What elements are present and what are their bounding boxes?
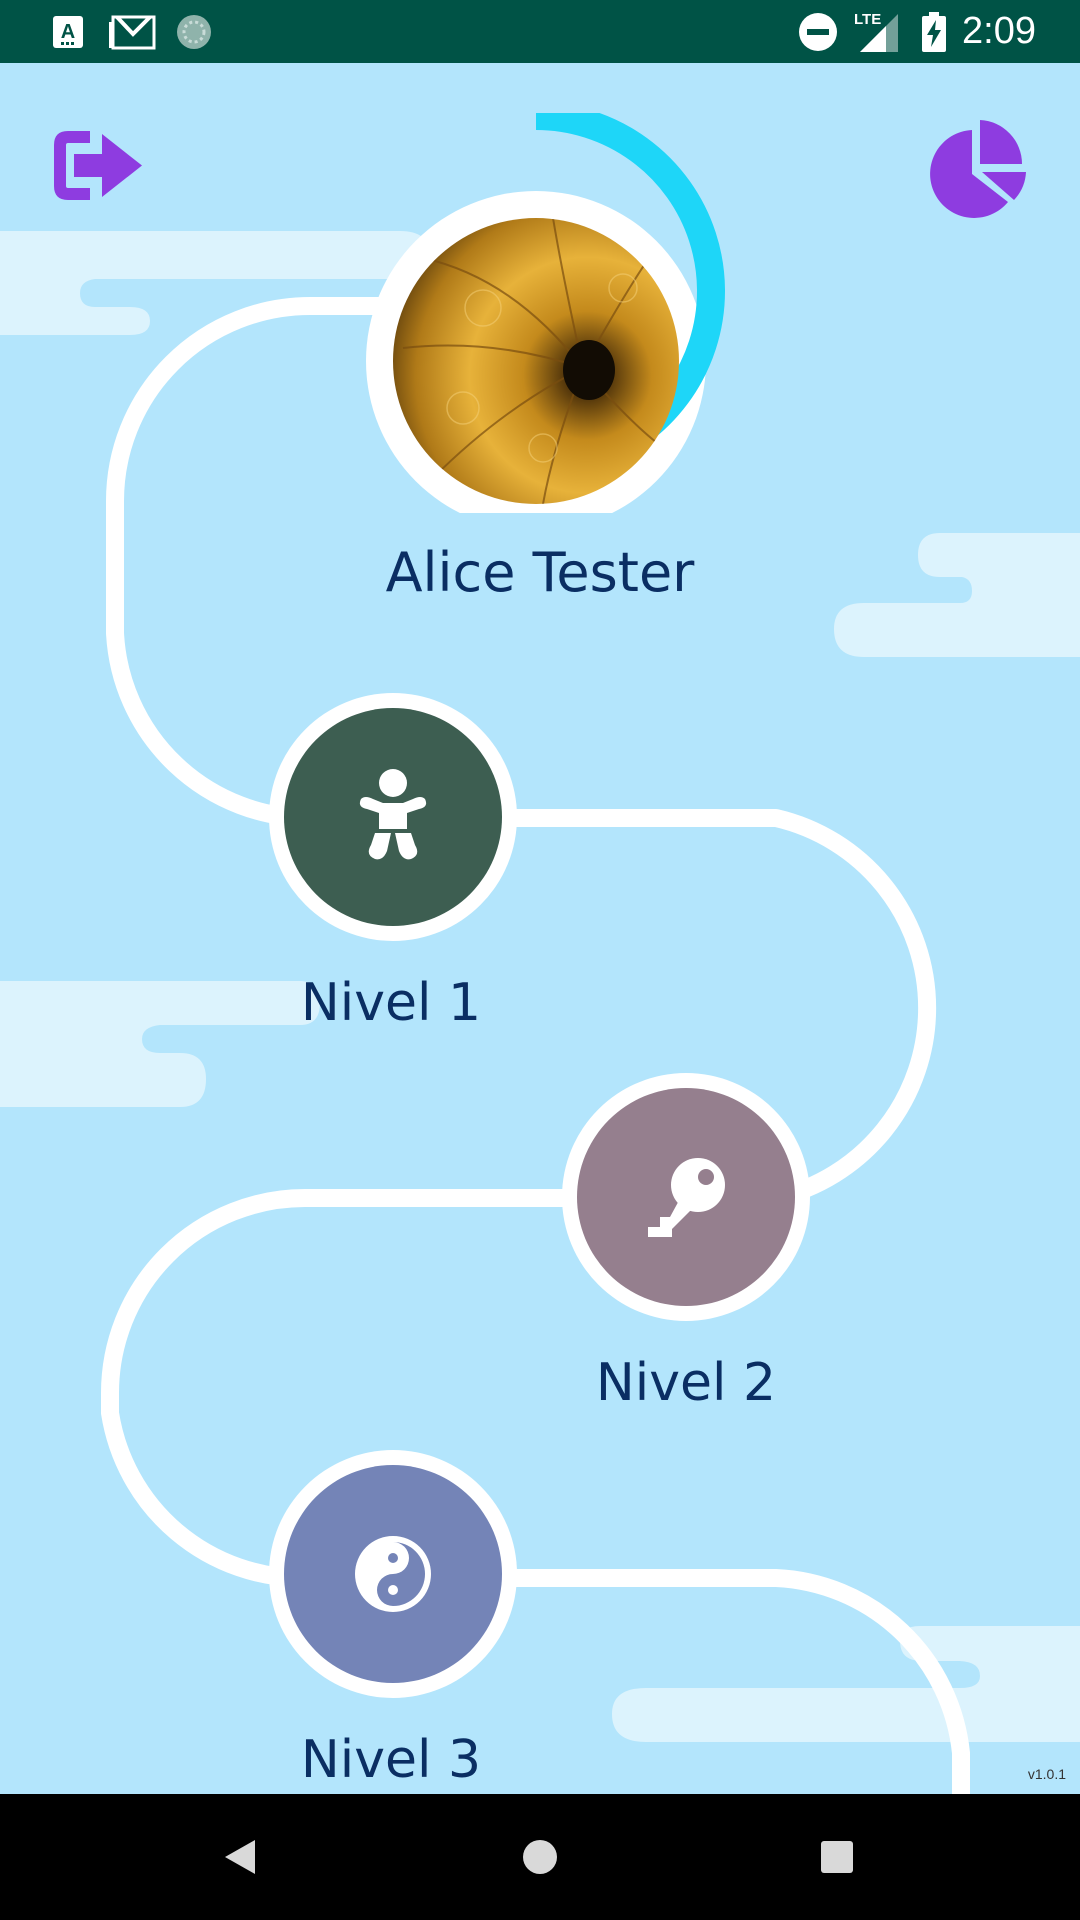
pie-chart-icon: [930, 120, 1026, 218]
screen: A LTE 2:09 Alice Tester Nivel 1 Nivel 2 …: [0, 0, 1080, 1920]
level-3-badge: [284, 1465, 502, 1683]
gmail-icon: [108, 0, 156, 63]
level-1-badge: [284, 708, 502, 926]
baby-icon: [359, 769, 427, 860]
stats-button[interactable]: [928, 118, 1028, 222]
logout-icon: [54, 131, 142, 200]
a-notification-icon: A: [52, 0, 84, 63]
svg-text:A: A: [61, 21, 75, 43]
logout-button[interactable]: [50, 128, 146, 207]
key-icon: [648, 1158, 725, 1237]
status-time: 2:09: [962, 10, 1036, 52]
do-not-disturb-icon: [798, 0, 838, 63]
level-2-label: Nivel 2: [595, 1353, 777, 1413]
back-icon: [225, 1840, 255, 1874]
signal-icon: LTE: [852, 0, 902, 63]
level-map[interactable]: Alice Tester Nivel 1 Nivel 2 Nivel 3 v1.…: [0, 63, 1080, 1794]
version-label: v1.0.1: [1027, 1766, 1066, 1782]
yin-yang-icon: [355, 1536, 431, 1612]
network-type-label: LTE: [854, 11, 881, 28]
profile-avatar[interactable]: [353, 113, 733, 513]
recents-icon: [821, 1841, 853, 1873]
sync-icon: [175, 0, 213, 63]
recents-button[interactable]: [797, 1794, 877, 1920]
level-1-label: Nivel 1: [300, 973, 482, 1033]
level-3-button[interactable]: [269, 1450, 517, 1698]
avatar-photo: [393, 218, 679, 504]
user-name: Alice Tester: [385, 541, 695, 604]
level-1-button[interactable]: [269, 693, 517, 941]
home-icon: [523, 1840, 557, 1874]
home-button[interactable]: [500, 1794, 580, 1920]
level-3-label: Nivel 3: [300, 1730, 482, 1790]
back-button[interactable]: [200, 1794, 280, 1920]
battery-charging-icon: [922, 0, 946, 63]
navigation-bar: [0, 1794, 1080, 1920]
level-2-badge: [577, 1088, 795, 1306]
level-2-button[interactable]: [562, 1073, 810, 1321]
status-bar: A LTE 2:09: [0, 0, 1080, 63]
